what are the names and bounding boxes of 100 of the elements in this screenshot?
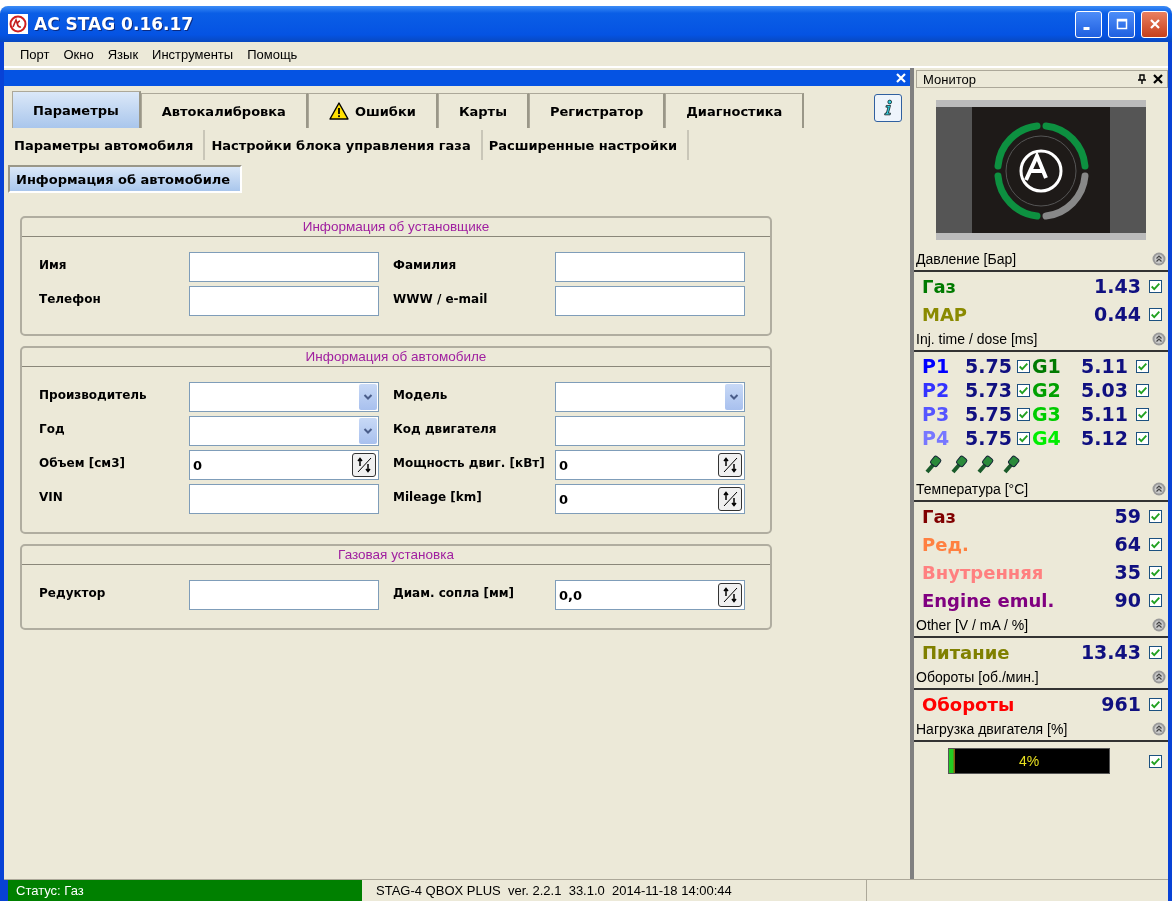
menu-item[interactable]: Инструменты xyxy=(152,46,234,62)
sensor-label: Обороты xyxy=(922,693,1016,715)
spin-button[interactable] xyxy=(718,487,742,511)
sensor-value: 90 xyxy=(1114,589,1141,611)
tab[interactable]: Ошибки xyxy=(307,93,438,128)
text-field[interactable] xyxy=(189,286,379,316)
checkbox[interactable] xyxy=(1149,593,1162,607)
tab[interactable]: Параметры xyxy=(12,91,141,128)
collapse-icon[interactable] xyxy=(1152,670,1166,684)
dropdown-button[interactable] xyxy=(359,418,377,444)
minimize-icon xyxy=(1083,26,1090,30)
checkbox[interactable] xyxy=(1149,697,1162,711)
pin-icon[interactable] xyxy=(1137,74,1147,84)
device-info: STAG-4 QBOX PLUS ver. 2.2.1 33.1.0 2014-11-18 14:00:44 xyxy=(362,880,867,901)
subtab[interactable]: Расширенные настройки xyxy=(482,130,690,160)
field-label: Диам. сопла [мм] xyxy=(392,585,516,600)
sensor-value: 1.43 xyxy=(1094,275,1141,297)
text-field[interactable] xyxy=(555,286,745,316)
sensor-label: MAP xyxy=(922,303,969,325)
collapse-icon[interactable] xyxy=(1152,252,1166,266)
menu-item[interactable]: Помощь xyxy=(247,46,298,62)
tab[interactable]: Регистратор xyxy=(528,93,666,128)
dropdown-field[interactable] xyxy=(189,382,379,412)
injector-label: G1 xyxy=(1032,355,1062,377)
number-field[interactable]: 0,0 xyxy=(555,580,745,610)
number-field[interactable]: 0 xyxy=(555,450,745,480)
checkbox[interactable] xyxy=(1017,431,1030,445)
close-button[interactable] xyxy=(1141,10,1168,38)
tab[interactable]: Диагностика xyxy=(665,93,805,128)
checkbox[interactable] xyxy=(1149,537,1162,551)
checkbox[interactable] xyxy=(1149,754,1162,768)
close-icon xyxy=(1148,18,1161,30)
collapse-icon[interactable] xyxy=(1152,722,1166,736)
field-label: VIN xyxy=(39,489,64,504)
injector-icon xyxy=(976,454,996,474)
subtab[interactable]: Параметры автомобиля xyxy=(8,130,206,160)
injection-time: 5.75 xyxy=(964,403,1012,425)
info-icon xyxy=(882,99,894,117)
tab[interactable]: Карты xyxy=(437,93,529,128)
window-title: AC STAG 0.16.17 xyxy=(34,14,195,34)
collapse-icon[interactable] xyxy=(1152,332,1166,346)
checkbox[interactable] xyxy=(1149,645,1162,659)
checkbox[interactable] xyxy=(1136,407,1149,421)
dropdown-field[interactable] xyxy=(189,416,379,446)
checkbox[interactable] xyxy=(1136,431,1149,445)
injector-label: P1 xyxy=(922,355,951,377)
menu-item[interactable]: Окно xyxy=(63,46,94,62)
spin-button[interactable] xyxy=(718,453,742,477)
tab[interactable]: Автокалибровка xyxy=(140,93,308,128)
dropdown-button[interactable] xyxy=(725,384,743,410)
dropdown-field[interactable] xyxy=(555,382,745,412)
checkbox[interactable] xyxy=(1149,565,1162,579)
up-down-arrows-icon xyxy=(722,587,738,603)
checkbox[interactable] xyxy=(1017,359,1030,373)
menu-item[interactable]: Язык xyxy=(107,46,139,62)
field-label: WWW / e-mail xyxy=(392,291,489,306)
warning-icon xyxy=(328,102,349,120)
checkbox[interactable] xyxy=(1149,509,1162,523)
spin-button[interactable] xyxy=(718,583,742,607)
injector-label: P3 xyxy=(922,403,951,425)
maximize-button[interactable] xyxy=(1108,10,1135,38)
injector-label: P2 xyxy=(922,379,951,401)
section-title: Other [V / mA / %] xyxy=(916,617,1029,633)
collapse-icon[interactable] xyxy=(1152,482,1166,496)
group-title: Информация об автомобиле xyxy=(22,348,770,367)
text-field[interactable] xyxy=(555,416,745,446)
spin-button[interactable] xyxy=(352,453,376,477)
checkbox[interactable] xyxy=(1149,307,1162,321)
menu-item[interactable]: Порт xyxy=(20,46,50,62)
checkbox[interactable] xyxy=(1017,407,1030,421)
collapse-icon[interactable] xyxy=(1152,618,1166,632)
injection-time: 5.11 xyxy=(1080,403,1128,425)
sensor-label: Внутренняя xyxy=(922,561,1045,583)
field-label: Код двигателя xyxy=(392,421,498,436)
text-field[interactable] xyxy=(189,580,379,610)
dropdown-button[interactable] xyxy=(359,384,377,410)
minimize-button[interactable] xyxy=(1075,10,1102,38)
subtab[interactable]: Настройки блока управления газа xyxy=(205,130,483,160)
text-field[interactable] xyxy=(189,252,379,282)
panel-title: Монитор xyxy=(923,71,977,87)
checkbox[interactable] xyxy=(1149,279,1162,293)
injection-time: 5.75 xyxy=(964,355,1012,377)
number-field[interactable]: 0 xyxy=(555,484,745,514)
text-field[interactable] xyxy=(555,252,745,282)
subtab[interactable]: Информация об автомобиле xyxy=(8,165,243,193)
sensor-value: 59 xyxy=(1114,505,1141,527)
injector-icon xyxy=(950,454,970,474)
field-label: Телефон xyxy=(39,291,102,306)
checkbox[interactable] xyxy=(1017,383,1030,397)
close-icon[interactable] xyxy=(1153,74,1163,84)
checkbox[interactable] xyxy=(1136,359,1149,373)
text-field[interactable] xyxy=(189,484,379,514)
field-label: Год xyxy=(39,421,66,436)
field-label: Объем [см3] xyxy=(39,455,126,470)
injection-time: 5.73 xyxy=(964,379,1012,401)
field-label: Мощность двиг. [кВт] xyxy=(392,455,546,470)
field-label: Фамилия xyxy=(392,257,458,272)
info-button[interactable] xyxy=(874,94,902,122)
number-field[interactable]: 0 xyxy=(189,450,379,480)
checkbox[interactable] xyxy=(1136,383,1149,397)
